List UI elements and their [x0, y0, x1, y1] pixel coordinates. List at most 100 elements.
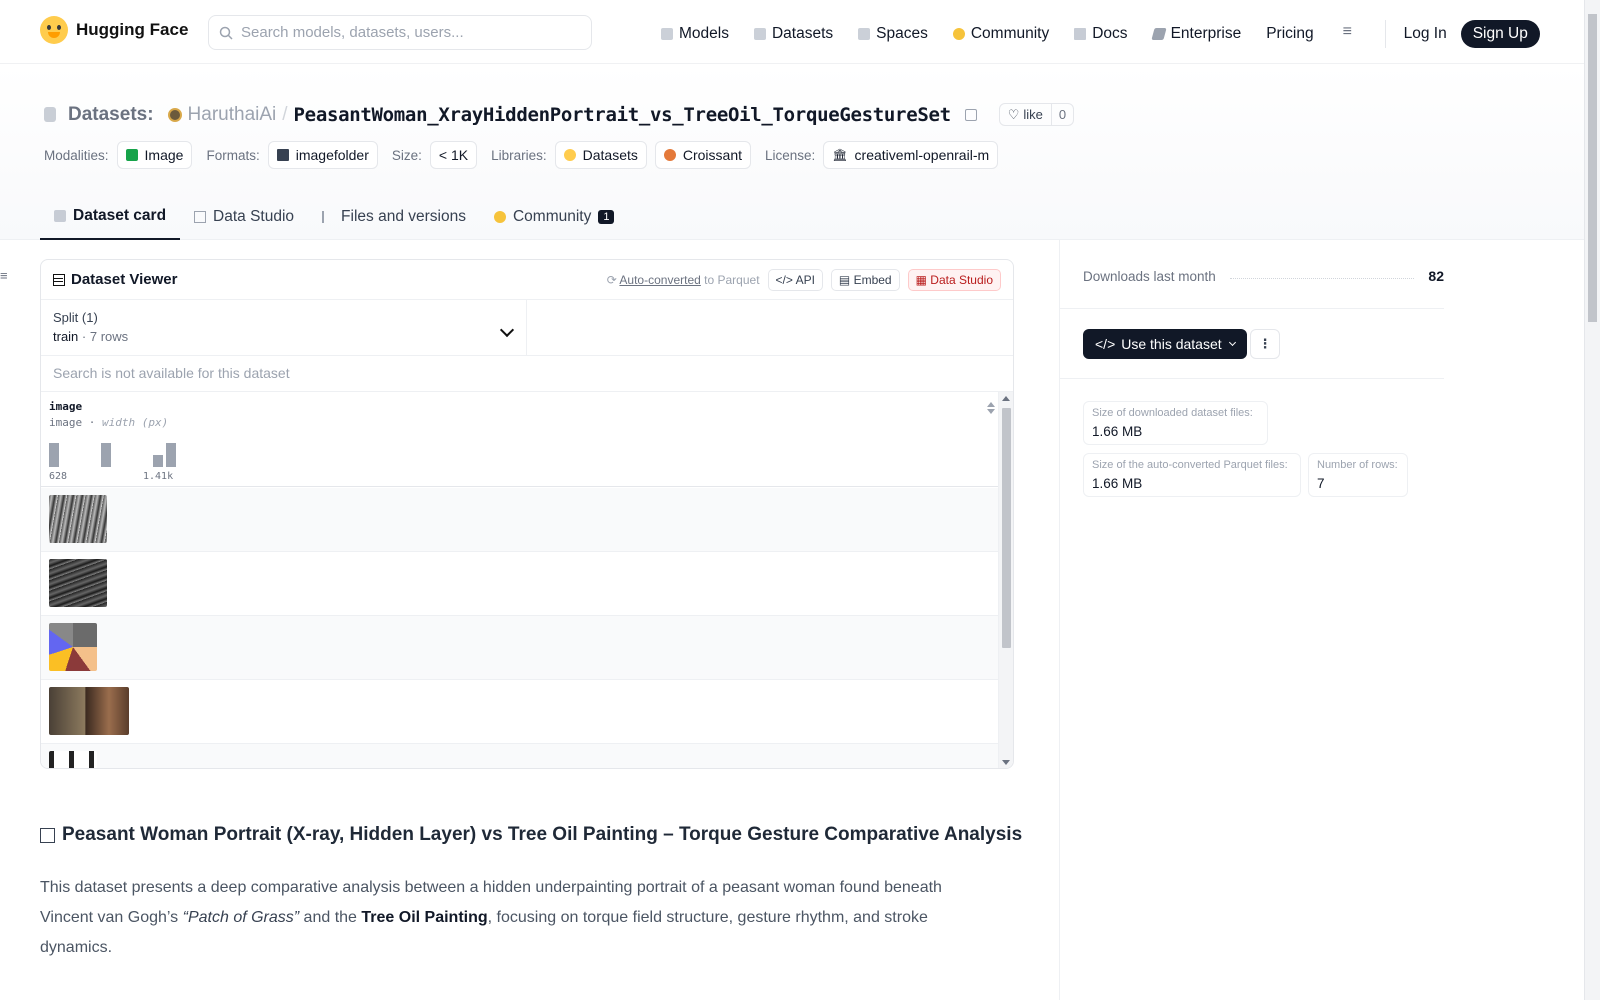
table-icon	[194, 210, 207, 223]
nav-datasets[interactable]: Datasets	[753, 25, 834, 43]
nav-spaces[interactable]: Spaces	[858, 25, 928, 43]
license-chip[interactable]: 🏛 creativeml-openrail-m	[823, 141, 999, 169]
size-chip[interactable]: < 1K	[429, 141, 478, 169]
dataset-viewer: Dataset Viewer ⟳ Auto-converted to Parqu…	[40, 259, 1014, 769]
repo-header: Datasets: HaruthaiAi / PeasantWoman_Xray…	[0, 65, 1584, 240]
section-label[interactable]: Datasets:	[68, 104, 154, 126]
embed-icon: ▤	[838, 272, 854, 287]
table-row[interactable]	[41, 488, 999, 552]
nav-docs[interactable]: Docs	[1074, 25, 1128, 43]
embed-button[interactable]: ▤ Embed	[830, 268, 900, 291]
nav-pricing-label: Pricing	[1266, 25, 1314, 42]
library-chip-croissant[interactable]: Croissant	[654, 141, 752, 169]
modality-value: Image	[144, 147, 184, 163]
repo-title-row: Datasets: HaruthaiAi / PeasantWoman_Xray…	[44, 103, 1075, 126]
search-input[interactable]	[241, 24, 571, 41]
stat-label: Size of downloaded dataset files:	[1092, 407, 1253, 419]
image-icon	[125, 149, 138, 161]
nav-enterprise[interactable]: Enterprise	[1150, 25, 1242, 43]
owner-avatar	[167, 107, 182, 122]
scroll-up-icon[interactable]	[1002, 396, 1010, 401]
login-label: Log In	[1403, 25, 1447, 42]
sort-icon[interactable]	[987, 402, 995, 414]
column-header-image[interactable]: image image · width (px) 628 1.41k	[41, 392, 1013, 487]
description-text-2: and the	[299, 909, 362, 926]
use-this-dataset-button[interactable]: </> Use this dataset	[1083, 329, 1247, 359]
image-thumbnail[interactable]	[49, 495, 107, 543]
brand-link[interactable]: Hugging Face	[40, 16, 188, 44]
auto-converted-rest: to Parquet	[704, 272, 760, 287]
stat-value: 1.66 MB	[1092, 476, 1143, 491]
histogram-bar[interactable]	[49, 443, 59, 467]
sidebar-divider	[1059, 240, 1060, 1000]
tab-files[interactable]: Files and versions	[308, 193, 480, 240]
dataset-description: This dataset presents a deep comparative…	[40, 873, 960, 963]
more-menu-icon[interactable]	[1339, 23, 1361, 41]
modality-chip[interactable]: Image	[116, 141, 193, 169]
histogram-bar[interactable]	[166, 443, 176, 467]
column-type: image	[49, 416, 83, 429]
more-options-button[interactable]: ⋮	[1250, 329, 1280, 359]
auto-converted-link[interactable]: Auto-converted	[619, 273, 700, 287]
table-row[interactable]	[41, 744, 999, 768]
signup-button[interactable]: Sign Up	[1460, 20, 1540, 48]
croissant-icon	[663, 149, 676, 161]
downloads-sparkline	[1229, 277, 1415, 279]
scroll-thumb[interactable]	[1002, 408, 1011, 648]
image-thumbnail[interactable]	[49, 623, 97, 671]
downloads-value: 82	[1428, 268, 1444, 284]
stat-value: 7	[1317, 476, 1325, 491]
data-studio-icon: ▦	[915, 272, 931, 287]
library-chip-datasets[interactable]: Datasets	[554, 141, 647, 169]
nav-models-label: Models	[679, 25, 729, 42]
nav-datasets-label: Datasets	[771, 25, 834, 42]
downloads-label: Downloads last month	[1083, 268, 1216, 284]
copy-icon[interactable]	[964, 108, 977, 121]
tab-dataset-card[interactable]: Dataset card	[40, 193, 181, 240]
owner-link[interactable]: HaruthaiAi	[188, 104, 277, 126]
data-studio-button[interactable]: ▦ Data Studio	[907, 268, 1001, 291]
tab-data-studio[interactable]: Data Studio	[180, 193, 308, 240]
chevron-down-icon	[1228, 338, 1236, 347]
heading-text: Peasant Woman Portrait (X-ray, Hidden La…	[62, 824, 1023, 845]
api-button[interactable]: </> API	[767, 268, 823, 291]
nav-models[interactable]: Models	[661, 25, 729, 43]
page-scroll-thumb[interactable]	[1588, 14, 1597, 322]
nav-pricing[interactable]: Pricing	[1266, 25, 1313, 43]
page-scrollbar[interactable]	[1584, 0, 1600, 1000]
checkbox-icon	[40, 827, 55, 843]
viewer-scrollbar[interactable]	[998, 392, 1013, 768]
folder-icon	[276, 149, 289, 161]
grid-icon	[53, 273, 65, 286]
histogram-bar[interactable]	[153, 455, 163, 467]
scroll-down-icon[interactable]	[1002, 760, 1010, 765]
format-chip[interactable]: imagefolder	[267, 141, 378, 169]
table-row[interactable]	[41, 552, 999, 616]
login-link[interactable]: Log In	[1404, 25, 1447, 43]
nav-community[interactable]: Community	[952, 25, 1049, 43]
split-label: Split (1)	[53, 310, 98, 325]
tab-community[interactable]: Community 1	[480, 193, 629, 240]
split-selector[interactable]: Split (1) train · 7 rows	[41, 300, 527, 355]
nav-enterprise-label: Enterprise	[1170, 25, 1242, 42]
nav-docs-label: Docs	[1092, 25, 1128, 42]
histogram-min-tick: 628	[49, 471, 68, 482]
like-label: like	[1023, 107, 1043, 122]
image-thumbnail[interactable]	[49, 687, 129, 735]
tab-dataset-card-label: Dataset card	[73, 206, 167, 224]
image-thumbnail[interactable]	[49, 559, 107, 607]
data-rows	[41, 488, 999, 768]
image-thumbnail[interactable]	[49, 751, 97, 768]
like-button[interactable]: ♡ like 0	[998, 103, 1075, 126]
community-badge: 1	[598, 209, 615, 224]
repo-name[interactable]: PeasantWoman_XrayHiddenPortrait_vs_TreeO…	[294, 104, 952, 126]
dataset-card-icon	[54, 209, 66, 222]
downloads-stat: Downloads last month 82	[1083, 268, 1444, 284]
search-box[interactable]	[208, 15, 592, 50]
sidebar-toggle-icon[interactable]: ≡	[0, 268, 8, 283]
table-row[interactable]	[41, 616, 999, 680]
models-icon	[661, 28, 673, 40]
libraries-key: Libraries:	[491, 147, 547, 163]
histogram-bar[interactable]	[101, 443, 111, 467]
table-row[interactable]	[41, 680, 999, 744]
